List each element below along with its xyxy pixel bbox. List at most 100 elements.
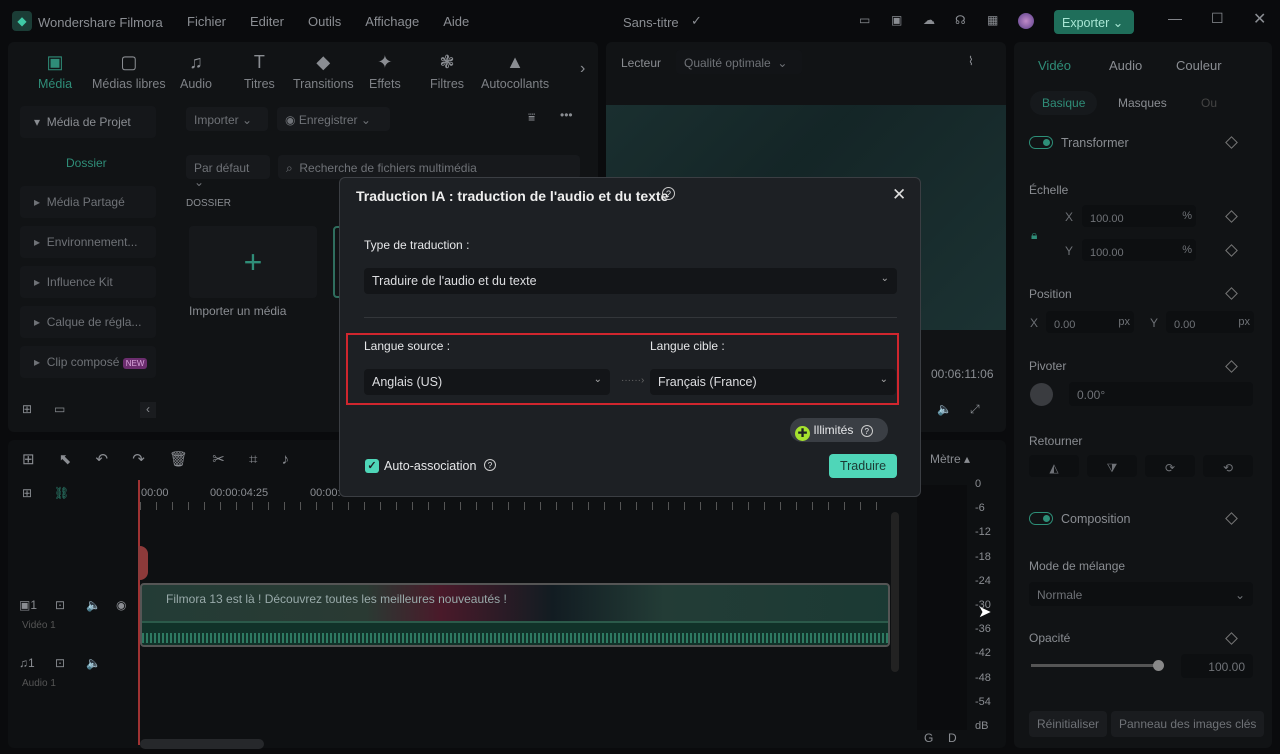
menu-fichier[interactable]: Fichier: [187, 14, 226, 29]
rotate-input[interactable]: 0.00°: [1069, 382, 1253, 406]
sort-dropdown[interactable]: Par défaut ⌄: [186, 155, 270, 189]
save-icon[interactable]: ▣: [891, 13, 902, 27]
import-button[interactable]: Importer ⌄: [186, 107, 268, 131]
quality-dropdown[interactable]: Qualité optimale ⌄: [676, 50, 802, 74]
delete-icon[interactable]: 🗑︎: [169, 451, 188, 468]
close-icon[interactable]: ✕: [892, 185, 906, 205]
cut-icon[interactable]: ✂: [212, 451, 225, 468]
sidebar-item-environment[interactable]: ▸ Environnement...: [20, 226, 156, 258]
opacity-input[interactable]: 100.00: [1181, 654, 1253, 678]
support-icon[interactable]: ☊: [955, 13, 966, 27]
tool-transitions[interactable]: ◆ Transitions: [293, 52, 354, 91]
menu-aide[interactable]: Aide: [443, 14, 469, 29]
meter-label[interactable]: Mètre ▴: [930, 452, 970, 466]
position-y-input[interactable]: 0.00 px: [1166, 311, 1254, 333]
cloud-icon[interactable]: ☁: [923, 13, 935, 27]
scope-icon[interactable]: ⌇: [968, 54, 974, 68]
select-tool-icon[interactable]: ⬉: [59, 451, 72, 468]
flip-vertical-button[interactable]: ⧩: [1087, 455, 1137, 477]
blend-mode-dropdown[interactable]: Normale ⌄: [1029, 582, 1253, 606]
folder-icon[interactable]: ▭: [54, 402, 65, 416]
scale-y-input[interactable]: 100.00%: [1082, 239, 1196, 261]
translate-button[interactable]: Traduire: [829, 454, 897, 478]
keyframe-panel-button[interactable]: Panneau des images clés: [1111, 711, 1265, 737]
record-button[interactable]: ◉ Enregistrer ⌄: [277, 107, 390, 131]
video-clip[interactable]: Filmora 13 est là ! Découvrez toutes les…: [140, 583, 890, 647]
import-media-tile[interactable]: +: [189, 226, 317, 298]
subtab-other[interactable]: Ou: [1201, 96, 1217, 110]
rotate-knob[interactable]: [1030, 383, 1053, 406]
auto-association-checkbox[interactable]: ✓: [365, 459, 379, 473]
more-icon[interactable]: •••: [560, 108, 573, 122]
avatar[interactable]: [1018, 13, 1034, 29]
menu-outils[interactable]: Outils: [308, 14, 341, 29]
minimize-button[interactable]: —: [1168, 10, 1182, 26]
help-icon[interactable]: ?: [662, 187, 675, 200]
scale-x-input[interactable]: 100.00%: [1082, 205, 1196, 227]
tool-media[interactable]: ▣ Média: [38, 52, 72, 91]
redo-icon[interactable]: ↷: [132, 451, 145, 468]
sidebar-item-compound[interactable]: ▸ Clip composé NEW: [20, 346, 156, 378]
tab-color[interactable]: Couleur: [1176, 58, 1222, 73]
lock-icon[interactable]: 🔒︎: [1031, 228, 1037, 243]
transform-toggle[interactable]: [1029, 136, 1053, 149]
help-icon[interactable]: ?: [484, 459, 496, 471]
source-language-dropdown[interactable]: Anglais (US) ⌄: [364, 369, 610, 395]
export-button[interactable]: Exporter ⌄: [1054, 10, 1134, 34]
sidebar-item-influence[interactable]: ▸ Influence Kit: [20, 266, 156, 298]
chevron-right-icon[interactable]: ›: [580, 60, 585, 78]
flip-horizontal-button[interactable]: ◭: [1029, 455, 1079, 477]
tab-video[interactable]: Vidéo: [1038, 58, 1071, 73]
composition-toggle[interactable]: [1029, 512, 1053, 525]
subtab-masks[interactable]: Masques: [1118, 96, 1167, 110]
sidebar-item-project-media[interactable]: ▾ Média de Projet: [20, 106, 156, 138]
menu-affichage[interactable]: Affichage: [365, 14, 419, 29]
rotate-cw-button[interactable]: ⟳: [1145, 455, 1195, 477]
maximize-button[interactable]: ☐: [1211, 10, 1224, 27]
help-icon[interactable]: ?: [860, 425, 873, 437]
opacity-slider[interactable]: [1031, 664, 1159, 667]
fullscreen-icon[interactable]: ⤢: [970, 402, 980, 417]
tab-audio[interactable]: Audio: [1109, 58, 1142, 73]
apps-icon[interactable]: ▦: [987, 13, 998, 27]
layout-grid-icon[interactable]: ⊞: [22, 451, 35, 468]
vertical-scrollbar[interactable]: [891, 512, 899, 672]
target-language-dropdown[interactable]: Français (France) ⌄: [650, 369, 896, 395]
tool-effects[interactable]: ✦ Effets: [369, 52, 401, 91]
tool-stickers[interactable]: ▲ Autocollants: [481, 52, 549, 91]
playhead-marker[interactable]: [138, 546, 148, 580]
link-icon[interactable]: ⛓: [54, 486, 69, 500]
rotate-ccw-button[interactable]: ⟲: [1203, 455, 1253, 477]
undo-icon[interactable]: ↶: [96, 451, 109, 468]
opacity-slider-handle[interactable]: [1153, 660, 1164, 671]
menu-editer[interactable]: Editer: [250, 14, 284, 29]
sidebar-item-folder[interactable]: Dossier: [66, 156, 107, 170]
eye-icon[interactable]: ◉: [116, 598, 126, 612]
layout-icon[interactable]: ▭: [859, 13, 870, 27]
sidebar-item-adjustment[interactable]: ▸ Calque de régla...: [20, 306, 156, 338]
position-x-input[interactable]: 0.00 px: [1046, 311, 1134, 333]
subtab-basic[interactable]: Basique: [1030, 91, 1098, 115]
mute-track-icon[interactable]: 🔈: [86, 656, 101, 670]
tool-audio[interactable]: ♫ Audio: [180, 52, 212, 91]
timeline-scrollbar[interactable]: [140, 739, 264, 749]
sidebar-item-shared[interactable]: ▸ Média Partagé: [20, 186, 156, 218]
collapse-sidebar-button[interactable]: ‹: [140, 402, 156, 418]
add-track-icon[interactable]: ⊞: [22, 486, 32, 500]
mute-track-icon[interactable]: 🔈: [86, 598, 101, 612]
tool-titles[interactable]: T Titres: [244, 52, 275, 91]
lock-track-icon[interactable]: ⊡: [55, 656, 65, 670]
reset-button[interactable]: Réinitialiser: [1029, 711, 1108, 737]
tool-filters[interactable]: ❃ Filtres: [430, 52, 464, 91]
search-input[interactable]: ⌕ Recherche de fichiers multimédia: [278, 155, 580, 179]
volume-icon[interactable]: 🔈: [937, 402, 952, 416]
lock-track-icon[interactable]: ⊡: [55, 598, 65, 612]
filter-icon[interactable]: ⩸: [528, 110, 535, 125]
crop-icon[interactable]: ⌗: [249, 451, 257, 468]
credits-badge[interactable]: ✚ Illimités ?: [790, 418, 888, 442]
tool-free-media[interactable]: ▢ Médias libres: [92, 52, 166, 91]
close-window-button[interactable]: ✕: [1253, 9, 1266, 29]
translation-type-dropdown[interactable]: Traduire de l'audio et du texte ⌄: [364, 268, 897, 294]
audio-icon[interactable]: ♪: [282, 451, 290, 468]
new-folder-icon[interactable]: ⊞: [22, 402, 32, 416]
